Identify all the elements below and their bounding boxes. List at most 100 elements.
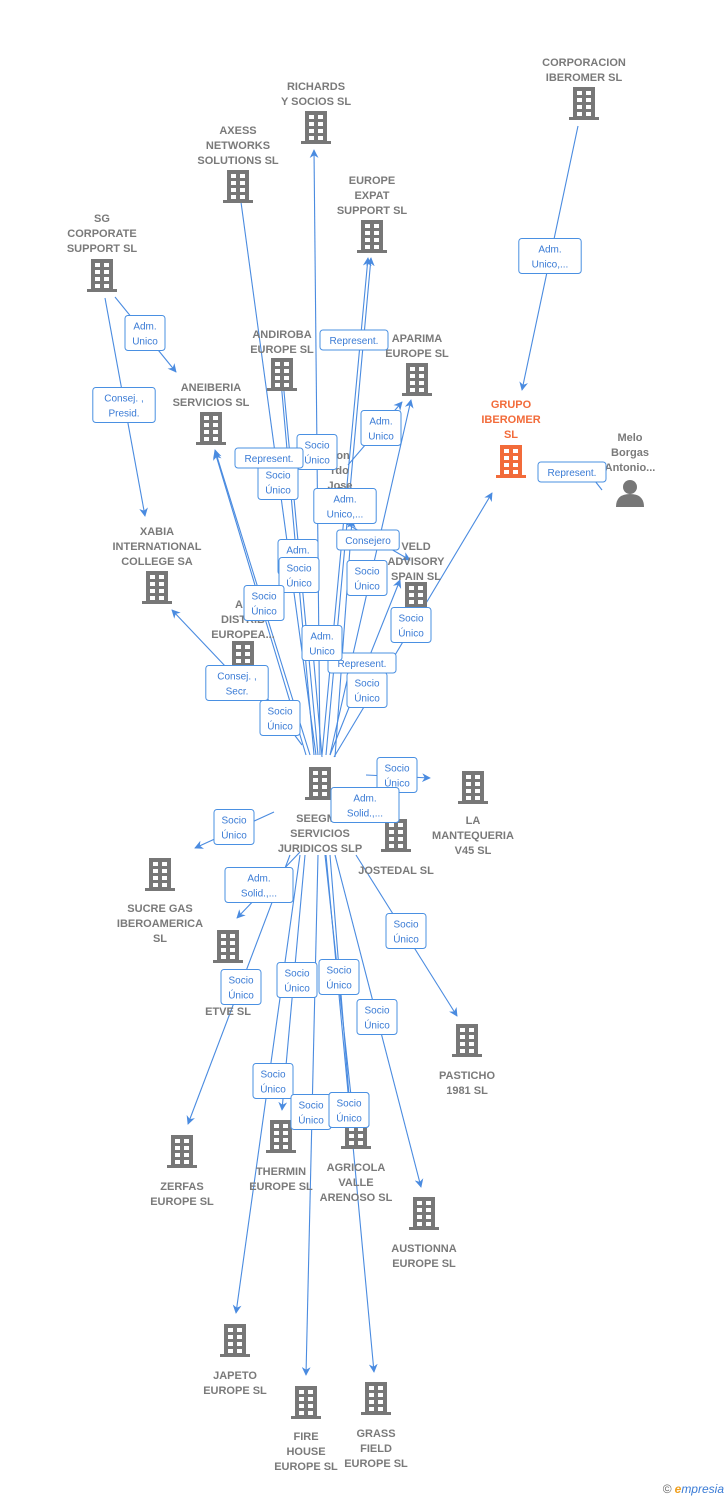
building-icon[interactable] <box>381 819 411 852</box>
node-jostedal[interactable]: JOSTEDAL SL <box>358 819 434 877</box>
relation-text: Represent. <box>245 454 294 465</box>
node-label: RICHARDS Y SOCIOS SL <box>281 81 351 108</box>
brand-name: mpresia <box>681 1482 724 1496</box>
node-aparima[interactable]: APARIMA EUROPE SL <box>385 333 449 396</box>
node-label: AGRICOLA VALLE ARENOSO SL <box>320 1162 393 1204</box>
relation-label[interactable]: Adm. Unico,... <box>518 238 582 274</box>
node-label: ANEIBERIA SERVICIOS SL <box>173 382 250 409</box>
node-label: SUCRE GAS IBEROAMERICA SL <box>117 903 203 945</box>
node-corporacion-iberomer[interactable]: CORPORACION IBEROMER SL <box>542 57 626 120</box>
relation-label[interactable]: SocioÚnico <box>346 672 388 708</box>
relation-label[interactable]: SocioÚnico <box>328 1092 370 1128</box>
building-icon[interactable] <box>291 1386 321 1419</box>
building-icon[interactable] <box>402 363 432 396</box>
building-icon[interactable] <box>196 412 226 445</box>
relation-label[interactable]: SocioÚnico <box>290 1094 332 1130</box>
building-icon[interactable] <box>145 858 175 891</box>
node-label: AXESS NETWORKS SOLUTIONS SL <box>197 125 279 167</box>
node-label: LA MANTEQUERIA V45 SL <box>432 815 514 857</box>
building-icon[interactable] <box>409 1197 439 1230</box>
relation-label[interactable]: Consejero <box>336 529 400 551</box>
relation-label[interactable]: Adm. Solid.,... <box>330 787 400 823</box>
node-axess[interactable]: AXESS NETWORKS SOLUTIONS SL <box>197 125 279 203</box>
relation-label[interactable]: SocioÚnico <box>259 700 301 736</box>
node-pasticho[interactable]: PASTICHO 1981 SL <box>439 1024 495 1097</box>
building-icon[interactable] <box>361 1382 391 1415</box>
relation-label[interactable]: SocioÚnico <box>213 809 255 845</box>
relation-label[interactable]: Represent. <box>319 329 389 351</box>
node-aneiberia[interactable]: ANEIBERIA SERVICIOS SL <box>173 382 250 445</box>
node-xabia[interactable]: XABIA INTERNATIONAL COLLEGE SA <box>112 526 202 604</box>
relation-label[interactable]: SocioÚnico <box>243 585 285 621</box>
node-label: EUROPE EXPAT SUPPORT SL <box>337 175 408 217</box>
relation-label[interactable]: Adm. Solid.,... <box>224 867 294 903</box>
node-label: APARIMA EUROPE SL <box>385 333 449 360</box>
node-thermin[interactable]: THERMIN EUROPE SL <box>249 1120 313 1193</box>
relation-label[interactable]: SocioÚnico <box>252 1063 294 1099</box>
relation-text: Represent. <box>338 659 387 670</box>
relation-label[interactable]: Represent. <box>234 447 304 469</box>
relation-label[interactable]: Represent. <box>537 461 607 483</box>
node-label: SG CORPORATE SUPPORT SL <box>67 213 138 255</box>
relation-text: Represent. <box>330 336 379 347</box>
node-label: PASTICHO 1981 SL <box>439 1070 495 1097</box>
node-austionna[interactable]: AUSTIONNA EUROPE SL <box>391 1197 457 1270</box>
relation-label[interactable]: SocioÚnico <box>346 560 388 596</box>
relation-label[interactable]: Adm.Unico <box>124 315 166 351</box>
building-icon[interactable] <box>267 358 297 391</box>
building-icon[interactable] <box>167 1135 197 1168</box>
copyright-symbol: © <box>662 1482 672 1496</box>
building-icon[interactable] <box>220 1324 250 1357</box>
relation-label[interactable]: SocioÚnico <box>385 913 427 949</box>
node-melo-borgas[interactable]: Melo Borgas Antonio... <box>605 432 656 507</box>
person-icon[interactable] <box>616 480 644 507</box>
building-icon[interactable] <box>213 930 243 963</box>
node-label: JOSTEDAL SL <box>358 865 434 877</box>
relation-label[interactable]: SocioÚnico <box>356 999 398 1035</box>
node-label: JAPETO EUROPE SL <box>203 1370 267 1397</box>
relation-label[interactable]: Consej. , Presid. <box>92 387 156 423</box>
node-label: FIRE HOUSE EUROPE SL <box>274 1431 338 1473</box>
node-richards[interactable]: RICHARDS Y SOCIOS SL <box>281 81 351 144</box>
relation-text: Represent. <box>548 468 597 479</box>
node-fire-house[interactable]: FIRE HOUSE EUROPE SL <box>274 1386 338 1473</box>
relation-label[interactable]: SocioÚnico <box>318 959 360 995</box>
relation-label[interactable]: Adm.Unico <box>301 625 343 661</box>
node-label: AUSTIONNA EUROPE SL <box>391 1243 456 1270</box>
node-andiroba[interactable]: ANDIROBA EUROPE SL <box>250 329 314 391</box>
relation-text: Consejero <box>345 536 391 547</box>
relation-label[interactable]: Consej. , Secr. <box>205 665 269 701</box>
node-zerfas[interactable]: ZERFAS EUROPE SL <box>150 1135 214 1208</box>
relation-label[interactable]: SocioÚnico <box>278 557 320 593</box>
node-label: GRUPO IBEROMER SL <box>481 399 540 441</box>
node-grass-field[interactable]: GRASS FIELD EUROPE SL <box>344 1382 408 1470</box>
building-icon[interactable] <box>496 445 526 478</box>
node-label: XABIA INTERNATIONAL COLLEGE SA <box>112 526 201 568</box>
building-icon[interactable] <box>223 170 253 203</box>
node-grupo-iberomer[interactable]: GRUPO IBEROMER SL <box>481 399 541 478</box>
node-sucre-gas[interactable]: SUCRE GAS IBEROAMERICA SL <box>117 858 203 945</box>
empresia-logo[interactable]: © empresia <box>663 1482 724 1496</box>
node-label: THERMIN EUROPE SL <box>249 1166 313 1193</box>
node-japeto[interactable]: JAPETO EUROPE SL <box>203 1324 267 1397</box>
relation-label[interactable]: SocioÚnico <box>390 607 432 643</box>
building-icon[interactable] <box>357 220 387 253</box>
relation-label[interactable]: SocioÚnico <box>220 969 262 1005</box>
building-icon[interactable] <box>87 259 117 292</box>
building-icon[interactable] <box>301 111 331 144</box>
building-icon[interactable] <box>142 571 172 604</box>
node-europe-expat[interactable]: EUROPE EXPAT SUPPORT SL <box>337 175 408 253</box>
node-label: Melo Borgas Antonio... <box>605 432 656 474</box>
relation-label[interactable]: Adm. Unico,... <box>313 488 377 524</box>
building-icon[interactable] <box>452 1024 482 1057</box>
relation-label[interactable]: SocioÚnico <box>257 464 299 500</box>
relation-label[interactable]: Adm.Unico <box>360 410 402 446</box>
node-agricola[interactable]: AGRICOLA VALLE ARENOSO SL <box>320 1116 393 1204</box>
node-label: GRASS FIELD EUROPE SL <box>344 1428 408 1470</box>
building-icon[interactable] <box>569 87 599 120</box>
relation-label[interactable]: SocioÚnico <box>276 962 318 998</box>
node-sg-corporate[interactable]: SG CORPORATE SUPPORT SL <box>67 213 138 292</box>
building-icon[interactable] <box>458 771 488 804</box>
node-la-mantequeria[interactable]: LA MANTEQUERIA V45 SL <box>432 771 514 857</box>
node-label: ZERFAS EUROPE SL <box>150 1181 214 1208</box>
